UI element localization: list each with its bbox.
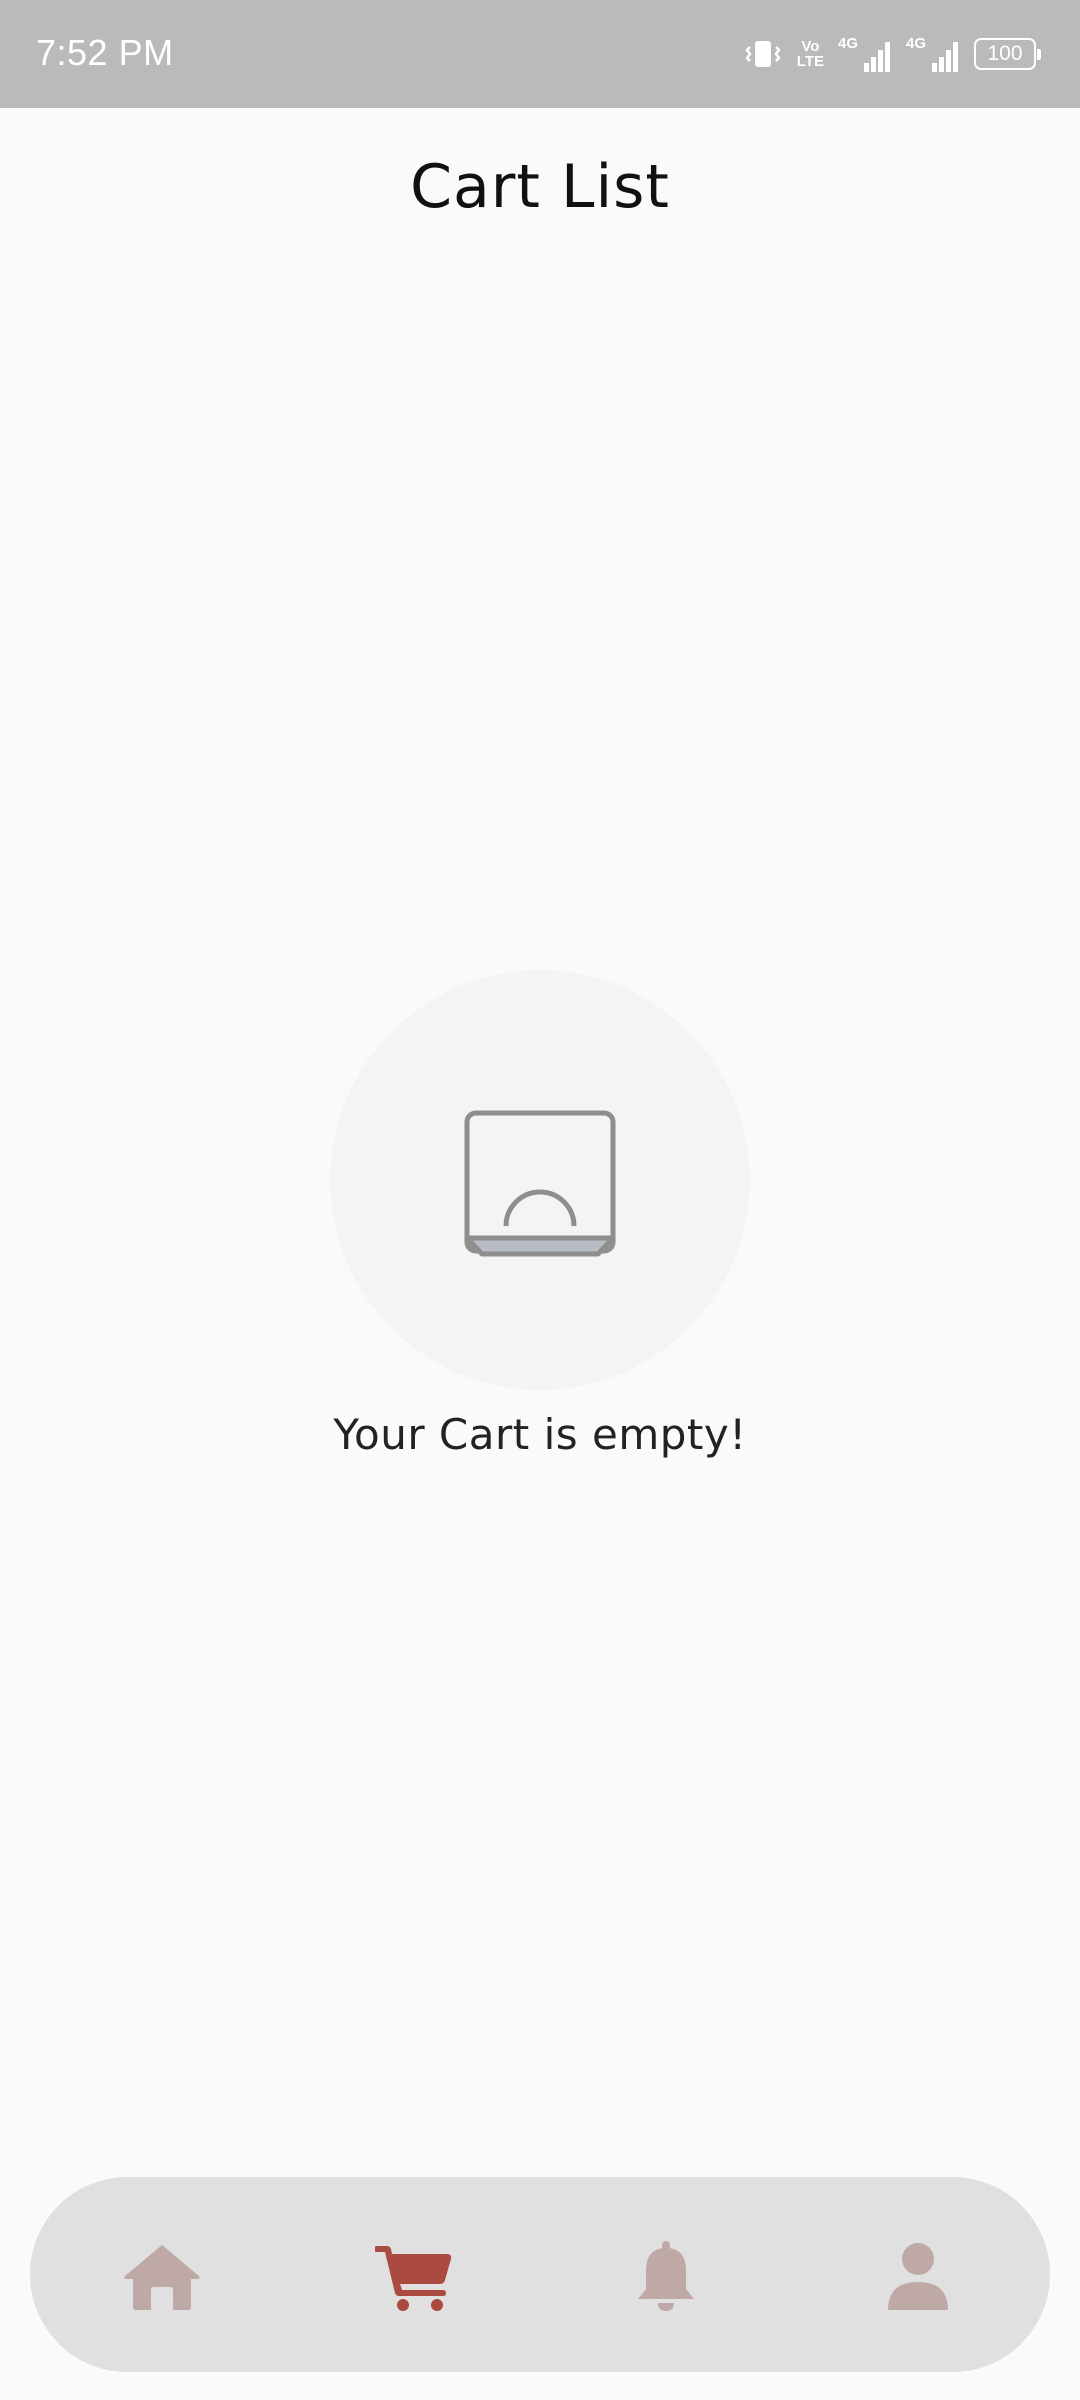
person-icon [886, 2242, 950, 2312]
cart-icon [375, 2242, 453, 2312]
bell-icon [634, 2241, 698, 2313]
nav-cart[interactable] [374, 2237, 454, 2317]
battery-icon: 100 [974, 38, 1041, 70]
nav-profile[interactable] [878, 2237, 958, 2317]
status-time: 7:52 PM [36, 32, 174, 73]
empty-cart-message: Your Cart is empty! [333, 1410, 747, 1459]
empty-box-icon [462, 1110, 618, 1264]
network-type-label-2: 4G [906, 35, 926, 52]
volte-bottom-label: LTE [796, 53, 824, 70]
status-bar: 7:52 PM Vo LTE 4G 4G 100 [0, 0, 1080, 108]
status-icons: Vo LTE 4G 4G 100 [743, 32, 1041, 76]
nav-home[interactable] [122, 2237, 202, 2317]
signal-icon: 4G [906, 35, 960, 73]
home-icon [123, 2243, 201, 2311]
signal-icon: 4G [838, 35, 892, 73]
battery-level: 100 [987, 42, 1023, 65]
network-type-label-1: 4G [838, 35, 858, 52]
volte-top-label: Vo [801, 38, 820, 55]
vibrate-icon [743, 38, 783, 70]
volte-icon: Vo LTE [797, 39, 824, 69]
bottom-nav [30, 2177, 1050, 2372]
page-title: Cart List [410, 152, 670, 222]
nav-notifications[interactable] [626, 2237, 706, 2317]
